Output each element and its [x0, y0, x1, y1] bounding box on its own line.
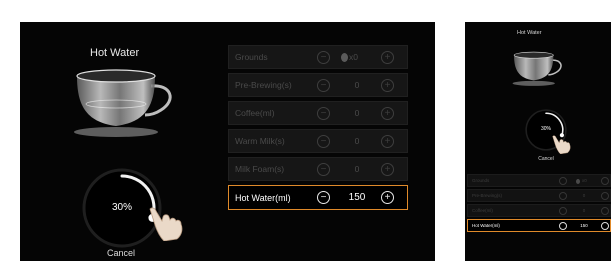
minus-icon[interactable] [559, 222, 567, 230]
plus-icon[interactable]: + [381, 191, 394, 204]
setting-row-pre-brewing[interactable]: Pre-Brewing(s) 0 [467, 189, 611, 202]
setting-label: Hot Water(ml) [235, 192, 291, 203]
setting-value: 0 [354, 136, 360, 146]
hand-icon [552, 135, 571, 154]
setting-row-coffee[interactable]: Coffee(ml) − 0 + [228, 101, 408, 125]
setting-label: Pre-Brewing(s) [235, 80, 292, 90]
minus-icon[interactable] [559, 177, 567, 185]
setting-label: Warm Milk(s) [235, 136, 285, 146]
progress-percent: 30% [540, 126, 551, 132]
setting-value: 0 [354, 108, 360, 118]
cancel-button[interactable]: Cancel [101, 248, 141, 258]
plus-icon[interactable] [601, 192, 609, 200]
setting-value: 0 [354, 164, 360, 174]
page-title: Hot Water [90, 47, 140, 59]
setting-label: Coffee(ml) [235, 108, 275, 118]
setting-row-warm-milk[interactable]: Warm Milk(s) − 0 + [228, 129, 408, 153]
minus-icon[interactable] [559, 207, 567, 215]
setting-value: 0 [354, 80, 360, 90]
setting-row-grounds[interactable]: Grounds − x0 + [228, 45, 408, 69]
setting-row-milk-foam[interactable]: Milk Foam(s) − 0 + [228, 157, 408, 181]
coffee-bean-icon [576, 179, 580, 184]
plus-icon[interactable]: + [381, 78, 394, 92]
setting-row-grounds[interactable]: Grounds x0 [467, 174, 611, 187]
settings-list: Grounds − x0 + Pre-Brewing(s) − 0 + Coffee(ml) − 0… [228, 45, 410, 214]
settings-list: Grounds x0 Pre-Brewing(s) 0 Coffee(ml) 0 Hot W… [467, 174, 611, 234]
setting-label: Milk Foam(s) [235, 164, 285, 174]
setting-label: Pre-Brewing(s) [472, 193, 503, 198]
plus-icon[interactable]: + [381, 50, 394, 64]
minus-icon[interactable] [559, 192, 567, 200]
cancel-button[interactable]: Cancel [533, 156, 559, 162]
setting-value: 0 [582, 208, 586, 213]
plus-icon[interactable]: + [381, 162, 394, 176]
setting-row-hot-water[interactable]: Hot Water(ml) 150 [467, 219, 611, 232]
portrait-screen: Hot Water 30% Cancel Grounds x0 Pre-Brewin… [465, 22, 611, 261]
minus-icon[interactable]: − [317, 106, 330, 120]
plus-icon[interactable] [601, 177, 609, 185]
plus-icon[interactable]: + [381, 134, 394, 148]
coffee-cup-image [512, 51, 562, 86]
plus-icon[interactable] [601, 222, 609, 230]
setting-label: Grounds [235, 52, 268, 62]
setting-value: 150 [348, 192, 366, 203]
minus-icon[interactable]: − [317, 134, 330, 148]
landscape-screen: Hot Water 30% Cancel Grounds − x0 + Pre-Brew… [20, 22, 435, 261]
setting-value: x0 [582, 178, 587, 183]
setting-row-hot-water[interactable]: Hot Water(ml) − 150 + [228, 185, 408, 210]
hand-icon [149, 207, 183, 241]
coffee-cup-image [74, 69, 172, 137]
setting-row-pre-brewing[interactable]: Pre-Brewing(s) − 0 + [228, 73, 408, 97]
setting-value: x0 [349, 52, 358, 62]
progress-percent: 30% [111, 202, 132, 213]
minus-icon[interactable]: − [317, 162, 330, 176]
setting-value: 0 [582, 193, 586, 198]
setting-label: Coffee(ml) [472, 208, 493, 213]
setting-row-coffee[interactable]: Coffee(ml) 0 [467, 204, 611, 217]
minus-icon[interactable]: − [317, 191, 330, 204]
minus-icon[interactable]: − [317, 78, 330, 92]
setting-label: Grounds [472, 178, 490, 183]
plus-icon[interactable] [601, 207, 609, 215]
minus-icon[interactable]: − [317, 50, 330, 64]
coffee-bean-icon [341, 53, 348, 62]
setting-label: Hot Water(ml) [472, 223, 500, 228]
page-title: Hot Water [517, 30, 542, 36]
setting-value: 150 [580, 223, 588, 228]
plus-icon[interactable]: + [381, 106, 394, 120]
